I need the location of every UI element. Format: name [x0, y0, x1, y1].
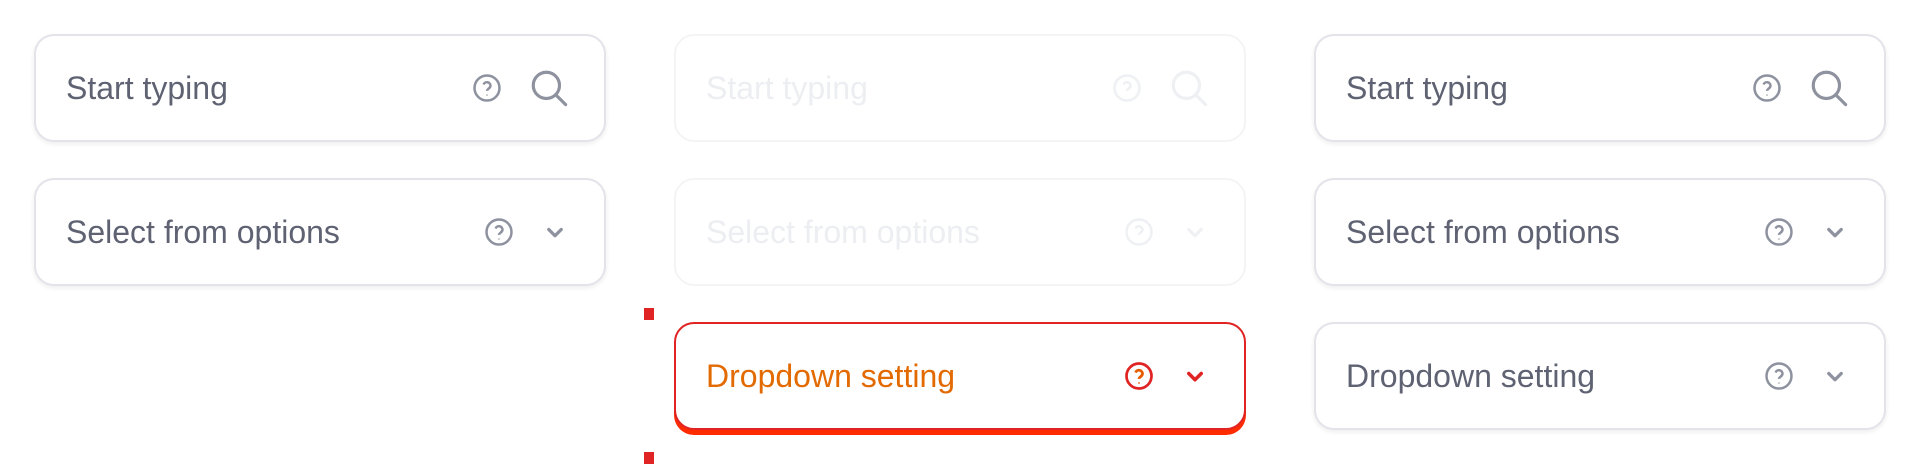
help-icon: [1124, 217, 1154, 247]
chevron-down-icon[interactable]: [1820, 217, 1850, 247]
search-input-placeholder: Start typing: [1346, 69, 1508, 106]
select-dropdown-placeholder: Select from options: [706, 213, 980, 250]
select-dropdown-disabled: Select from options: [674, 178, 1246, 286]
chevron-down-icon[interactable]: [1820, 361, 1850, 391]
help-icon[interactable]: [484, 217, 514, 247]
dropdown-setting-error[interactable]: Dropdown setting: [674, 322, 1246, 430]
selection-corner-mark: [644, 308, 654, 320]
help-icon[interactable]: [1752, 73, 1782, 103]
help-icon[interactable]: [472, 73, 502, 103]
column-default: Start typing Select from options: [0, 0, 640, 464]
search-input-placeholder: Start typing: [66, 69, 228, 106]
select-dropdown[interactable]: Select from options: [34, 178, 606, 286]
column-disabled: Start typing Select from options Dropdow…: [640, 0, 1280, 464]
chevron-down-icon[interactable]: [540, 217, 570, 247]
help-icon[interactable]: [1764, 217, 1794, 247]
help-icon: [1112, 73, 1142, 103]
select-dropdown[interactable]: Select from options: [1314, 178, 1886, 286]
search-icon: [1168, 67, 1210, 109]
dropdown-setting-label: Dropdown setting: [1346, 357, 1596, 394]
chevron-down-icon: [1180, 217, 1210, 247]
search-icon[interactable]: [1808, 67, 1850, 109]
search-input[interactable]: Start typing: [34, 34, 606, 142]
search-input-placeholder: Start typing: [706, 69, 868, 106]
select-dropdown-placeholder: Select from options: [1346, 213, 1620, 250]
dropdown-setting[interactable]: Dropdown setting: [1314, 322, 1886, 430]
search-icon[interactable]: [528, 67, 570, 109]
selection-corner-mark: [644, 452, 654, 464]
select-dropdown-placeholder: Select from options: [66, 213, 340, 250]
dropdown-setting-label: Dropdown setting: [706, 357, 956, 394]
column-default-full: Start typing Select from options Dropdow…: [1280, 0, 1920, 464]
chevron-down-icon[interactable]: [1180, 361, 1210, 391]
search-input-disabled: Start typing: [674, 34, 1246, 142]
help-icon[interactable]: [1124, 361, 1154, 391]
help-icon[interactable]: [1764, 361, 1794, 391]
search-input[interactable]: Start typing: [1314, 34, 1886, 142]
